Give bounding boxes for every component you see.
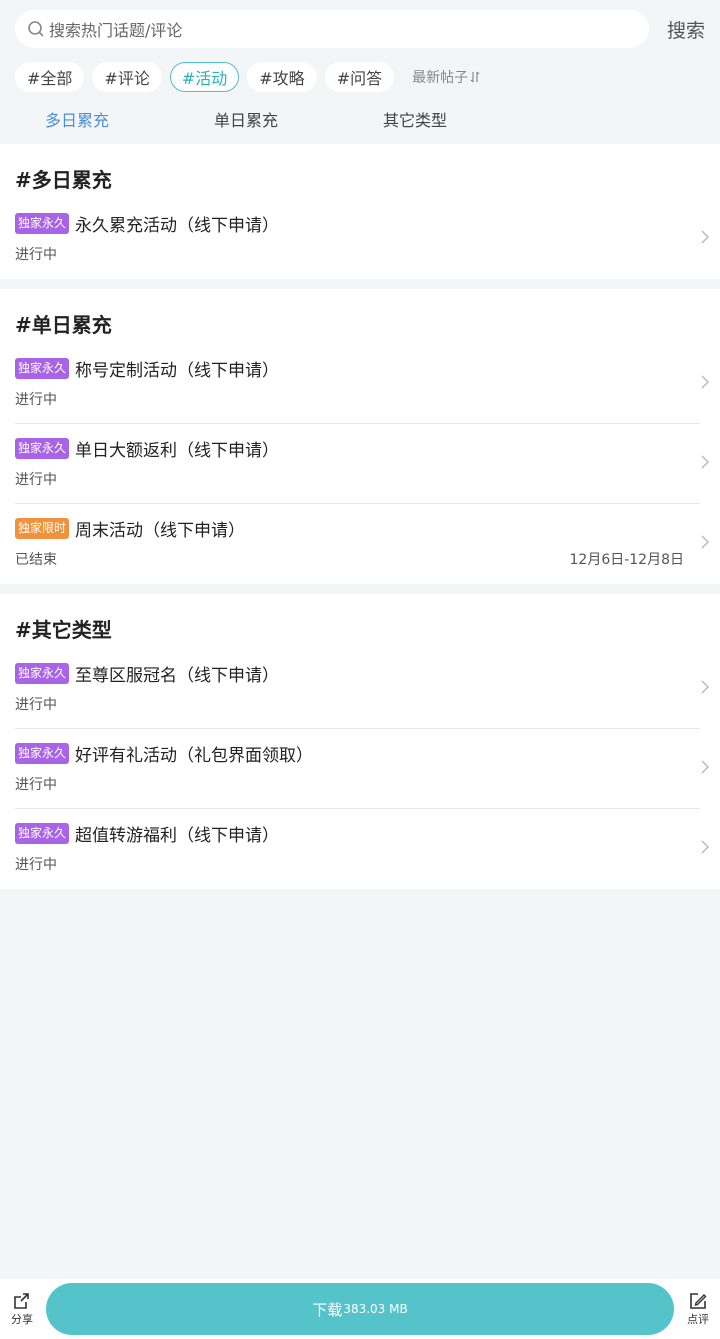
activity-title: 称号定制活动（线下申请） — [75, 361, 280, 381]
activity-item[interactable]: 独家永久 永久累充活动（线下申请） 进行中 — [0, 199, 720, 279]
activity-title-row: 独家限时 周末活动（线下申请） — [15, 516, 245, 541]
activity-item-inner: 独家永久 单日大额返利（线下申请） 进行中 — [15, 424, 710, 504]
download-label: 下载 — [312, 1300, 343, 1319]
section-title: #其它类型 — [15, 618, 112, 642]
activity-badge: 独家限时 — [15, 518, 70, 539]
activity-title-row: 独家永久 单日大额返利（线下申请） — [15, 436, 279, 461]
tab-single-day[interactable]: 单日累充 — [214, 107, 278, 131]
activity-status: 进行中 — [15, 777, 57, 793]
activity-date: 12月6日-12月8日 — [569, 552, 685, 568]
activity-item[interactable]: 独家永久 称号定制活动（线下申请） 进行中 — [0, 344, 720, 424]
activity-badge: 独家永久 — [15, 358, 70, 379]
activity-title: 单日大额返利（线下申请） — [75, 441, 280, 461]
activity-title: 超值转游福利（线下申请） — [75, 826, 280, 846]
activity-title: 永久累充活动（线下申请） — [75, 216, 280, 236]
activity-badge: 独家永久 — [15, 663, 70, 684]
sort-icon — [470, 71, 480, 83]
chevron-right-icon — [701, 760, 710, 774]
activity-item-inner: 独家永久 好评有礼活动（礼包界面领取） 进行中 — [15, 729, 710, 809]
activity-title-row: 独家永久 超值转游福利（线下申请） — [15, 821, 279, 846]
section: #其它类型 独家永久 至尊区服冠名（线下申请） 进行中 独家永久 好评有礼活动（礼包界面领… — [0, 594, 720, 889]
tag-activity[interactable]: #活动 — [169, 62, 240, 92]
activity-list: #多日累充 独家永久 永久累充活动（线下申请） 进行中 #单日累充 独家永久 称号定制活动（… — [0, 144, 720, 889]
search-input[interactable]: 搜索热门话题/评论 — [15, 10, 649, 48]
activity-title-row: 独家永久 至尊区服冠名（线下申请） — [15, 661, 279, 686]
edit-icon — [690, 1293, 707, 1309]
sort-label: 最新帖子 — [412, 70, 469, 86]
activity-badge: 独家永久 — [15, 438, 70, 459]
section: #多日累充独家永久 永久累充活动（线下申请） 进行中 — [0, 144, 720, 279]
activity-item[interactable]: 独家永久 单日大额返利（线下申请） 进行中 — [0, 424, 720, 504]
activity-badge: 独家永久 — [15, 743, 70, 764]
chevron-right-icon — [701, 455, 710, 469]
activity-title-row: 独家永久 称号定制活动（线下申请） — [15, 356, 279, 381]
activity-status: 进行中 — [15, 392, 57, 408]
chevron-right-icon — [701, 375, 710, 389]
activity-status: 进行中 — [15, 697, 57, 713]
tag-guide[interactable]: #攻略 — [247, 62, 317, 92]
tab-multi-day[interactable]: 多日累充 — [45, 107, 109, 131]
activity-item-inner: 独家永久 永久累充活动（线下申请） 进行中 — [15, 199, 710, 279]
search-icon — [28, 21, 44, 37]
share-icon — [14, 1293, 29, 1309]
header: 搜索热门话题/评论 搜索 #全部 #评论 #活动 #攻略 #问答 最新帖子 多日… — [0, 0, 720, 144]
activity-badge: 独家永久 — [15, 213, 70, 234]
sort-dropdown[interactable]: 最新帖子 — [412, 67, 480, 87]
search-row: 搜索热门话题/评论 搜索 — [0, 0, 720, 48]
tag-filter-bar: #全部 #评论 #活动 #攻略 #问答 最新帖子 — [0, 48, 720, 94]
activity-item-inner: 独家永久 超值转游福利（线下申请） 进行中 — [15, 809, 710, 889]
activity-item[interactable]: 独家限时 周末活动（线下申请） 已结束 12月6日-12月8日 — [0, 504, 720, 584]
chevron-right-icon — [701, 840, 710, 854]
activity-badge: 独家永久 — [15, 823, 70, 844]
activity-item-inner: 独家永久 至尊区服冠名（线下申请） 进行中 — [15, 649, 710, 729]
activity-item-inner: 独家限时 周末活动（线下申请） 已结束 12月6日-12月8日 — [15, 504, 710, 584]
activity-title: 至尊区服冠名（线下申请） — [75, 666, 280, 686]
tag-all[interactable]: #全部 — [15, 62, 85, 92]
activity-status: 进行中 — [15, 857, 57, 873]
activity-item-inner: 独家永久 称号定制活动（线下申请） 进行中 — [15, 344, 710, 424]
activity-status: 已结束 — [15, 552, 57, 568]
chevron-right-icon — [701, 680, 710, 694]
activity-status: 进行中 — [15, 472, 57, 488]
download-button[interactable]: 下载 383.03 MB — [46, 1283, 674, 1335]
activity-title: 周末活动（线下申请） — [75, 521, 246, 541]
section: #单日累充 独家永久 称号定制活动（线下申请） 进行中 独家永久 单日大额返利（线下申请）… — [0, 289, 720, 584]
activity-item[interactable]: 独家永久 至尊区服冠名（线下申请） 进行中 — [0, 649, 720, 729]
activity-title-row: 独家永久 好评有礼活动（礼包界面领取） — [15, 741, 313, 766]
activity-status: 进行中 — [15, 247, 57, 263]
bottom-bar: 分享 下载 383.03 MB 点评 — [0, 1279, 720, 1339]
category-tabs: 多日累充 单日累充 其它类型 — [0, 94, 720, 144]
tag-qa[interactable]: #问答 — [324, 62, 395, 92]
activity-item[interactable]: 独家永久 好评有礼活动（礼包界面领取） 进行中 — [0, 729, 720, 809]
review-button[interactable]: 点评 — [676, 1291, 720, 1327]
chevron-right-icon — [701, 535, 710, 549]
activity-title: 好评有礼活动（礼包界面领取） — [75, 746, 314, 766]
section-title: #单日累充 — [15, 313, 112, 337]
share-label: 分享 — [11, 1313, 33, 1326]
activity-item[interactable]: 独家永久 超值转游福利（线下申请） 进行中 — [0, 809, 720, 889]
share-button[interactable]: 分享 — [0, 1291, 44, 1327]
search-button[interactable]: 搜索 — [655, 16, 705, 43]
search-placeholder: 搜索热门话题/评论 — [49, 21, 183, 40]
tag-review[interactable]: #评论 — [92, 62, 162, 92]
section-title: #多日累充 — [15, 168, 112, 192]
tab-other[interactable]: 其它类型 — [383, 107, 447, 131]
activity-title-row: 独家永久 永久累充活动（线下申请） — [15, 211, 279, 236]
chevron-right-icon — [701, 230, 710, 244]
download-size: 383.03 MB — [343, 1302, 408, 1316]
review-label: 点评 — [687, 1313, 709, 1326]
